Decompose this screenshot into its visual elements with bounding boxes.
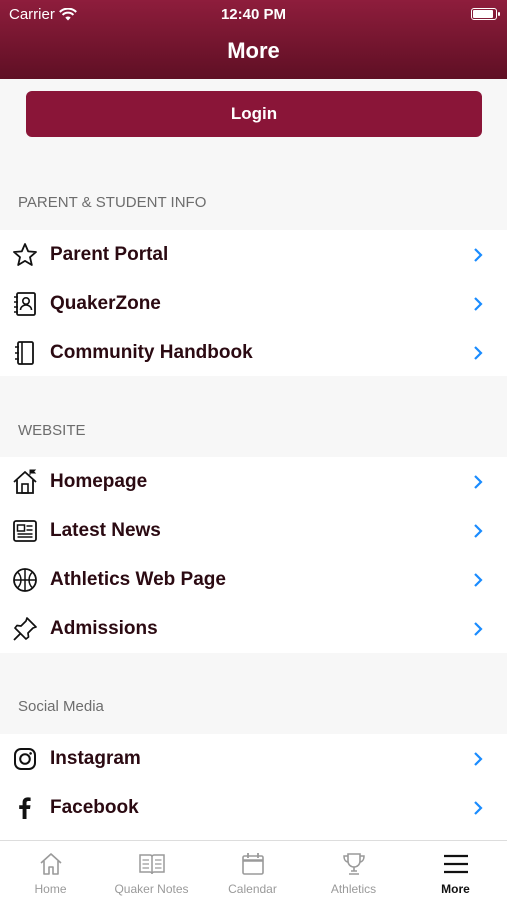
list-item-instagram[interactable]: Instagram xyxy=(0,734,507,783)
status-bar: Carrier 12:40 PM xyxy=(0,4,507,24)
list-item-label: Parent Portal xyxy=(50,243,169,265)
chevron-right-icon xyxy=(473,571,485,589)
list-item-label: Homepage xyxy=(50,470,148,492)
website-list: Homepage Latest News Athletics Web Page xyxy=(0,457,507,653)
bottom-tab-bar: Home Quaker Notes Calendar Athletics Mor… xyxy=(0,840,507,900)
tab-home[interactable]: Home xyxy=(0,841,101,900)
list-item-latest-news[interactable]: Latest News xyxy=(0,506,507,555)
list-item-label: Facebook xyxy=(50,796,139,818)
notebook-icon xyxy=(12,340,38,366)
calendar-icon xyxy=(239,850,267,878)
book-icon xyxy=(138,850,166,878)
home-icon xyxy=(37,850,65,878)
chevron-right-icon xyxy=(473,620,485,638)
tab-label: More xyxy=(441,882,470,896)
chevron-right-icon xyxy=(473,473,485,491)
star-icon xyxy=(12,242,38,268)
tab-athletics[interactable]: Athletics xyxy=(303,841,404,900)
basketball-icon xyxy=(12,567,38,593)
tab-label: Athletics xyxy=(330,882,377,896)
list-item-athletics-web-page[interactable]: Athletics Web Page xyxy=(0,555,507,604)
list-item-parent-portal[interactable]: Parent Portal xyxy=(0,230,507,279)
chevron-right-icon xyxy=(473,799,485,817)
tab-quaker-notes[interactable]: Quaker Notes xyxy=(101,841,202,900)
list-item-label: Admissions xyxy=(50,617,158,639)
contact-card-icon xyxy=(12,291,38,317)
parent-info-list: Parent Portal QuakerZone Community Handb… xyxy=(0,230,507,376)
battery-icon xyxy=(471,8,500,20)
section-header-website: WEBSITE xyxy=(18,422,86,439)
list-item-label: Athletics Web Page xyxy=(50,568,226,590)
chevron-right-icon xyxy=(473,750,485,768)
status-time: 12:40 PM xyxy=(220,6,287,23)
login-button[interactable]: Login xyxy=(26,91,482,137)
chevron-right-icon xyxy=(473,522,485,540)
instagram-icon xyxy=(12,746,38,772)
tab-more[interactable]: More xyxy=(405,841,506,900)
tab-label: Home xyxy=(34,882,67,896)
list-item-label: Community Handbook xyxy=(50,341,253,363)
facebook-icon xyxy=(12,795,38,821)
list-item-community-handbook[interactable]: Community Handbook xyxy=(0,328,507,377)
list-item-label: Latest News xyxy=(50,519,161,541)
header-bar: Carrier 12:40 PM More xyxy=(0,0,507,79)
trophy-icon xyxy=(340,850,368,878)
chevron-right-icon xyxy=(473,295,485,313)
list-item-homepage[interactable]: Homepage xyxy=(0,457,507,506)
menu-icon xyxy=(442,850,470,878)
chevron-right-icon xyxy=(473,246,485,264)
social-media-list: Instagram Facebook xyxy=(0,734,507,840)
section-header-social: Social Media xyxy=(18,698,104,715)
list-item-facebook[interactable]: Facebook xyxy=(0,783,507,832)
tab-label: Quaker Notes xyxy=(114,882,189,896)
house-icon xyxy=(12,469,38,495)
pushpin-icon xyxy=(12,616,38,642)
list-item-label: Instagram xyxy=(50,747,141,769)
tab-calendar[interactable]: Calendar xyxy=(202,841,303,900)
tab-label: Calendar xyxy=(228,882,277,896)
page-title: More xyxy=(227,38,280,63)
list-item-label: QuakerZone xyxy=(50,292,161,314)
list-item-quakerzone[interactable]: QuakerZone xyxy=(0,279,507,328)
section-header-parent: PARENT & STUDENT INFO xyxy=(18,194,207,211)
newspaper-icon xyxy=(12,518,38,544)
chevron-right-icon xyxy=(473,344,485,362)
list-item-admissions[interactable]: Admissions xyxy=(0,604,507,653)
